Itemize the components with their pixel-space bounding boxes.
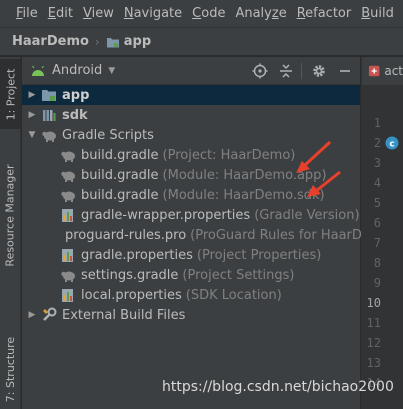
- line-number: 9: [373, 276, 381, 290]
- java-class-icon: [368, 65, 380, 77]
- editor-tab-label: act: [384, 64, 403, 78]
- class-gutter-icon[interactable]: c: [385, 136, 399, 150]
- tree-item-hint: (Gradle Version): [254, 207, 360, 223]
- menu-edit[interactable]: Edit: [48, 6, 73, 21]
- watermark-text: https://blog.csdn.net/bichao2000: [162, 379, 394, 395]
- tree-item-label: settings.gradle: [81, 267, 179, 283]
- tree-item-label: sdk: [62, 107, 88, 123]
- tree-item-external-build-files[interactable]: ▶ External Build Files: [22, 305, 360, 325]
- left-tool-strip: 1: Project Resource Manager 7: Structure: [0, 57, 21, 409]
- line-number: 2: [373, 136, 381, 150]
- tree-item-label: gradle-wrapper.properties: [81, 207, 251, 223]
- menu-analyze[interactable]: Analyze: [235, 6, 286, 21]
- minimize-icon[interactable]: [338, 63, 352, 79]
- line-number: 3: [373, 156, 381, 170]
- line-number: 11: [366, 316, 381, 330]
- tab-structure[interactable]: 7: Structure: [0, 329, 21, 409]
- tree-item-label: build.gradle: [81, 167, 159, 183]
- project-panel-header: Android ▼: [22, 57, 360, 85]
- tree-item-hint: (SDK Location): [185, 287, 282, 303]
- tab-resource-manager[interactable]: Resource Manager: [0, 153, 21, 278]
- tree-item-label: app: [62, 87, 90, 103]
- menu-refactor[interactable]: Refactor: [297, 6, 352, 21]
- line-number: 4: [373, 176, 381, 190]
- wrench-icon: [43, 307, 57, 321]
- tree-item-settings-gradle[interactable]: settings.gradle (Project Settings): [22, 265, 360, 285]
- line-number: 7: [373, 236, 381, 250]
- tree-item-gradle-properties[interactable]: gradle.properties (Project Properties): [22, 245, 360, 265]
- menu-build[interactable]: Build: [361, 6, 394, 21]
- line-number: 6: [373, 216, 381, 230]
- module-folder-icon: [42, 90, 56, 101]
- expand-arrow-icon[interactable]: ▶: [26, 309, 38, 321]
- gradle-file-icon: [61, 271, 75, 282]
- tree-item-label: gradle.properties: [81, 247, 193, 263]
- editor-tab[interactable]: act: [361, 57, 403, 85]
- tree-item-sdk[interactable]: ▶ sdk: [22, 105, 360, 125]
- project-tree: ▶ app ▶ sdk ▼ Gradle Scripts build.gradl…: [22, 85, 370, 409]
- tree-item-app[interactable]: ▶ app: [22, 85, 360, 105]
- gradle-file-icon: [61, 171, 75, 182]
- tree-item-hint: (Project Settings): [182, 267, 295, 283]
- menu-view[interactable]: View: [83, 6, 114, 21]
- tree-item-label: build.gradle: [81, 187, 159, 203]
- line-number-current: 10: [366, 296, 381, 310]
- tree-item-hint: (Project Properties): [196, 247, 322, 263]
- library-module-icon: [43, 110, 56, 121]
- tree-item-hint: (Module: HaarDemo.sdk): [162, 187, 325, 203]
- header-divider: [301, 63, 302, 79]
- android-icon: [32, 65, 44, 76]
- gradle-file-icon: [61, 191, 75, 202]
- properties-file-icon: [62, 209, 73, 222]
- view-mode-selector[interactable]: Android: [52, 63, 102, 78]
- gradle-elephant-icon: [42, 131, 56, 142]
- editor-gutter: 1 2 3 4 5 6 7 8 9 10 11 12 13 14 c: [361, 85, 403, 409]
- tab-project[interactable]: 1: Project: [0, 59, 21, 129]
- gear-icon[interactable]: [311, 63, 327, 79]
- line-number: 8: [373, 256, 381, 270]
- properties-file-icon: [62, 289, 73, 302]
- breadcrumb-module[interactable]: app: [106, 34, 151, 49]
- menu-file[interactable]: File: [16, 6, 38, 21]
- menu-navigate[interactable]: Navigate: [124, 6, 182, 21]
- menu-bar: File Edit View Navigate Code Analyze Ref…: [0, 0, 403, 28]
- tree-item-label: External Build Files: [62, 307, 186, 323]
- properties-file-icon: [62, 249, 73, 262]
- expand-arrow-icon[interactable]: ▶: [26, 89, 38, 101]
- module-folder-icon: [106, 37, 119, 47]
- collapse-arrow-icon[interactable]: ▼: [26, 129, 38, 141]
- tree-item-label: Gradle Scripts: [62, 127, 154, 143]
- tree-item-proguard-rules[interactable]: proguard-rules.pro (ProGuard Rules for H…: [22, 225, 370, 245]
- tree-item-label: build.gradle: [81, 147, 159, 163]
- tree-item-local-properties[interactable]: local.properties (SDK Location): [22, 285, 360, 305]
- chevron-down-icon[interactable]: ▼: [108, 66, 115, 76]
- tree-item-gradle-wrapper-properties[interactable]: gradle-wrapper.properties (Gradle Versio…: [22, 205, 360, 225]
- gradle-file-icon: [61, 151, 75, 162]
- breadcrumb: HaarDemo › app: [0, 28, 403, 56]
- svg-text:c: c: [389, 140, 394, 150]
- line-number: 13: [366, 356, 381, 370]
- expand-arrow-icon[interactable]: ▶: [26, 109, 38, 121]
- breadcrumb-separator-icon: ›: [94, 34, 100, 49]
- tree-item-hint: (ProGuard Rules for HaarDe: [190, 227, 370, 243]
- annotation-arrow-icon: [307, 170, 341, 197]
- locate-target-icon[interactable]: [252, 63, 268, 79]
- tree-item-label: proguard-rules.pro: [65, 227, 187, 243]
- menu-code[interactable]: Code: [192, 6, 225, 21]
- line-number: 12: [366, 336, 381, 350]
- line-number: 1: [373, 116, 381, 130]
- tree-item-label: local.properties: [81, 287, 182, 303]
- breadcrumb-project[interactable]: HaarDemo: [12, 34, 89, 49]
- tree-item-hint: (Project: HaarDemo): [162, 147, 296, 163]
- collapse-all-icon[interactable]: [278, 63, 294, 79]
- line-number: 5: [373, 196, 381, 210]
